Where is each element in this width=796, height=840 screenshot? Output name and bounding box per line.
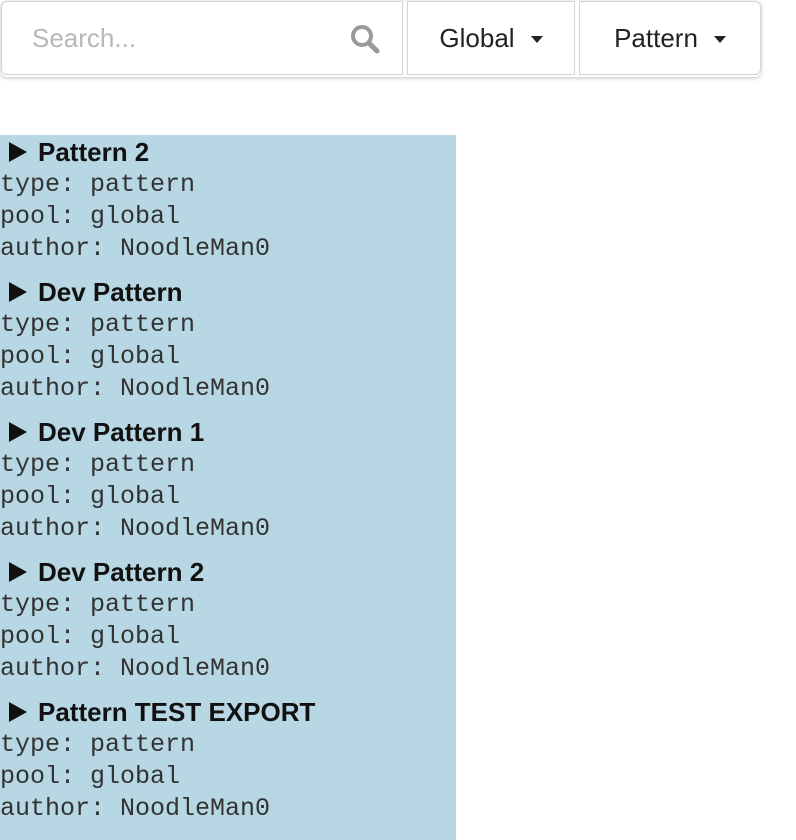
list-item: Dev Pattern 1 type: pattern pool: global… <box>0 415 456 555</box>
item-title: Dev Pattern <box>38 276 183 307</box>
chevron-down-icon <box>713 35 726 43</box>
pool-filter-dropdown[interactable]: Global <box>407 1 575 75</box>
item-pool: pool: global <box>0 202 181 231</box>
item-pool: pool: global <box>0 342 181 371</box>
list-item: Pattern 2 type: pattern pool: global aut… <box>0 135 456 275</box>
item-pool: pool: global <box>0 482 181 511</box>
item-pool: pool: global <box>0 762 181 791</box>
search-toolbar: Global Pattern <box>1 1 761 77</box>
item-toggle[interactable]: Pattern TEST EXPORT <box>0 695 456 729</box>
item-title: Pattern TEST EXPORT <box>38 696 316 727</box>
chevron-down-icon <box>530 35 543 43</box>
expand-triangle-icon <box>9 282 27 302</box>
expand-triangle-icon <box>9 142 27 162</box>
expand-triangle-icon <box>9 702 27 722</box>
item-author: author: NoodleMan0 <box>0 654 271 683</box>
item-toggle[interactable]: Dev Pattern <box>0 275 456 309</box>
pool-filter-label: Global <box>439 22 515 53</box>
item-pool: pool: global <box>0 622 181 651</box>
search-input[interactable] <box>2 2 362 74</box>
search-box <box>1 1 403 75</box>
item-toggle[interactable]: Dev Pattern 1 <box>0 415 456 449</box>
item-author: author: NoodleMan0 <box>0 374 271 403</box>
item-title: Dev Pattern 2 <box>38 556 205 587</box>
item-type: type: pattern <box>0 310 196 339</box>
results-list: Pattern 2 type: pattern pool: global aut… <box>0 135 456 840</box>
item-author: author: NoodleMan0 <box>0 514 271 543</box>
item-title: Pattern 2 <box>38 136 150 167</box>
expand-triangle-icon <box>9 562 27 582</box>
type-filter-dropdown[interactable]: Pattern <box>579 1 761 75</box>
item-type: type: pattern <box>0 170 196 199</box>
list-item: Dev Pattern 2 type: pattern pool: global… <box>0 555 456 695</box>
item-toggle[interactable]: Pattern 2 <box>0 135 456 169</box>
item-type: type: pattern <box>0 450 196 479</box>
item-type: type: pattern <box>0 730 196 759</box>
expand-triangle-icon <box>9 422 27 442</box>
item-toggle[interactable]: Dev Pattern 2 <box>0 555 456 589</box>
item-type: type: pattern <box>0 590 196 619</box>
item-title: Dev Pattern 1 <box>38 416 205 447</box>
list-item: Dev Pattern type: pattern pool: global a… <box>0 275 456 415</box>
type-filter-label: Pattern <box>614 22 698 53</box>
list-item: Pattern TEST EXPORT type: pattern pool: … <box>0 695 456 835</box>
item-author: author: NoodleMan0 <box>0 234 271 263</box>
search-icon[interactable] <box>350 24 380 54</box>
item-author: author: NoodleMan0 <box>0 794 271 823</box>
